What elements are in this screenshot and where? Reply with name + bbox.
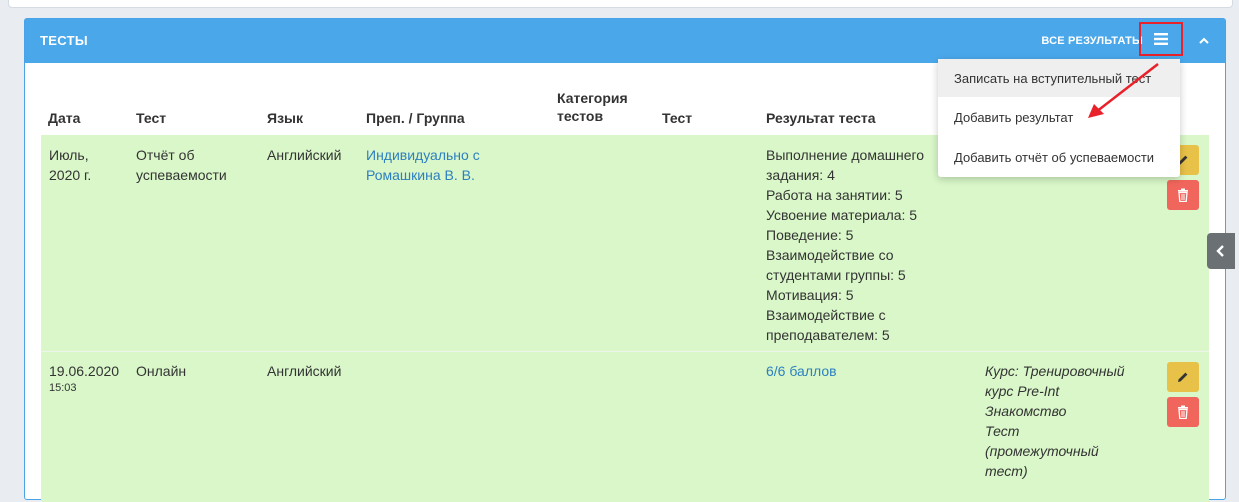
menu-item-label: Добавить отчёт об успеваемости bbox=[954, 150, 1155, 165]
row1-date-line2: 2020 г. bbox=[49, 167, 92, 183]
comment-line: курс Pre-Int bbox=[985, 383, 1060, 399]
row2-result-link[interactable]: 6/6 баллов bbox=[766, 361, 837, 381]
delete-button[interactable] bbox=[1167, 180, 1199, 210]
previous-panel-edge bbox=[8, 0, 1233, 8]
row2-comment: Курс: Тренировочный курс Pre-Int Знакомс… bbox=[985, 361, 1125, 481]
row1-date: Июль, 2020 г. bbox=[49, 145, 91, 185]
panel-title: ТЕСТЫ bbox=[40, 33, 88, 48]
menu-button[interactable] bbox=[1139, 22, 1183, 56]
header-test-2: Тест bbox=[662, 110, 693, 126]
row1-teacher-line2: Ромашкина В. В. bbox=[366, 167, 475, 183]
result-line: Взаимодействие со bbox=[766, 247, 894, 263]
result-line: преподавателем: 5 bbox=[766, 327, 890, 343]
delete-button[interactable] bbox=[1167, 397, 1199, 427]
chevron-up-icon bbox=[1199, 37, 1209, 44]
row1-result: Выполнение домашнего задания: 4 Работа н… bbox=[766, 145, 924, 345]
row2-language: Английский bbox=[267, 363, 342, 379]
result-line: задания: 4 bbox=[766, 167, 835, 183]
result-line: Мотивация: 5 bbox=[766, 287, 854, 303]
header-category-line1: Категория bbox=[557, 90, 628, 106]
row1-test-line1: Отчёт об bbox=[136, 147, 195, 163]
collapse-button[interactable] bbox=[1195, 33, 1213, 49]
menu-item-add-progress-report[interactable]: Добавить отчёт об успеваемости bbox=[938, 138, 1180, 176]
trash-icon bbox=[1178, 188, 1188, 202]
trash-icon bbox=[1178, 405, 1188, 419]
row2-test: Онлайн bbox=[136, 363, 187, 379]
all-results-link[interactable]: ВСЕ РЕЗУЛЬТАТЫ bbox=[1041, 35, 1143, 47]
header-result: Результат теста bbox=[766, 110, 876, 126]
comment-line: (промежуточный bbox=[985, 443, 1099, 459]
comment-line: Тест bbox=[985, 423, 1020, 439]
result-line: Выполнение домашнего bbox=[766, 147, 925, 163]
result-line: Работа на занятии: 5 bbox=[766, 187, 903, 203]
header-category-line2: тестов bbox=[557, 108, 604, 124]
comment-line: Знакомство bbox=[985, 403, 1067, 419]
comment-line: тест) bbox=[985, 463, 1028, 479]
result-line: Усвоение материала: 5 bbox=[766, 207, 918, 223]
row2-date-line1: 19.06.2020 bbox=[49, 363, 120, 379]
side-panel-toggle[interactable] bbox=[1207, 233, 1235, 269]
edit-button[interactable] bbox=[1167, 362, 1199, 392]
table-row: 19.06.2020 15:03 Онлайн Английский 6/6 б… bbox=[41, 352, 1209, 502]
header-date: Дата bbox=[48, 110, 81, 126]
result-line: студентами группы: 5 bbox=[766, 267, 906, 283]
header-test: Тест bbox=[136, 110, 167, 126]
pencil-icon bbox=[1178, 372, 1188, 382]
row1-date-line1: Июль, bbox=[49, 147, 89, 163]
row1-language: Английский bbox=[267, 147, 342, 163]
row2-time: 15:03 bbox=[49, 382, 77, 394]
row1-teacher-line1: Индивидуально с bbox=[366, 147, 480, 163]
comment-line: Курс: Тренировочный bbox=[985, 363, 1125, 379]
result-line: Взаимодействие с bbox=[766, 307, 886, 323]
header-language: Язык bbox=[267, 110, 303, 126]
annotation-arrow bbox=[1088, 63, 1159, 118]
row1-teacher-link[interactable]: Индивидуально с Ромашкина В. В. bbox=[366, 145, 480, 185]
row2-date: 19.06.2020 15:03 bbox=[49, 361, 119, 395]
hamburger-icon bbox=[1154, 33, 1168, 45]
result-line: Поведение: 5 bbox=[766, 227, 854, 243]
row1-test-line2: успеваемости bbox=[136, 167, 227, 183]
row1-test: Отчёт об успеваемости bbox=[136, 145, 227, 185]
chevron-left-icon bbox=[1216, 245, 1224, 257]
header-category: Категория тестов bbox=[557, 89, 628, 125]
header-teacher-group: Преп. / Группа bbox=[366, 110, 465, 126]
panel-header: ТЕСТЫ ВСЕ РЕЗУЛЬТАТЫ bbox=[25, 19, 1225, 63]
menu-item-label: Добавить результат bbox=[954, 110, 1074, 125]
